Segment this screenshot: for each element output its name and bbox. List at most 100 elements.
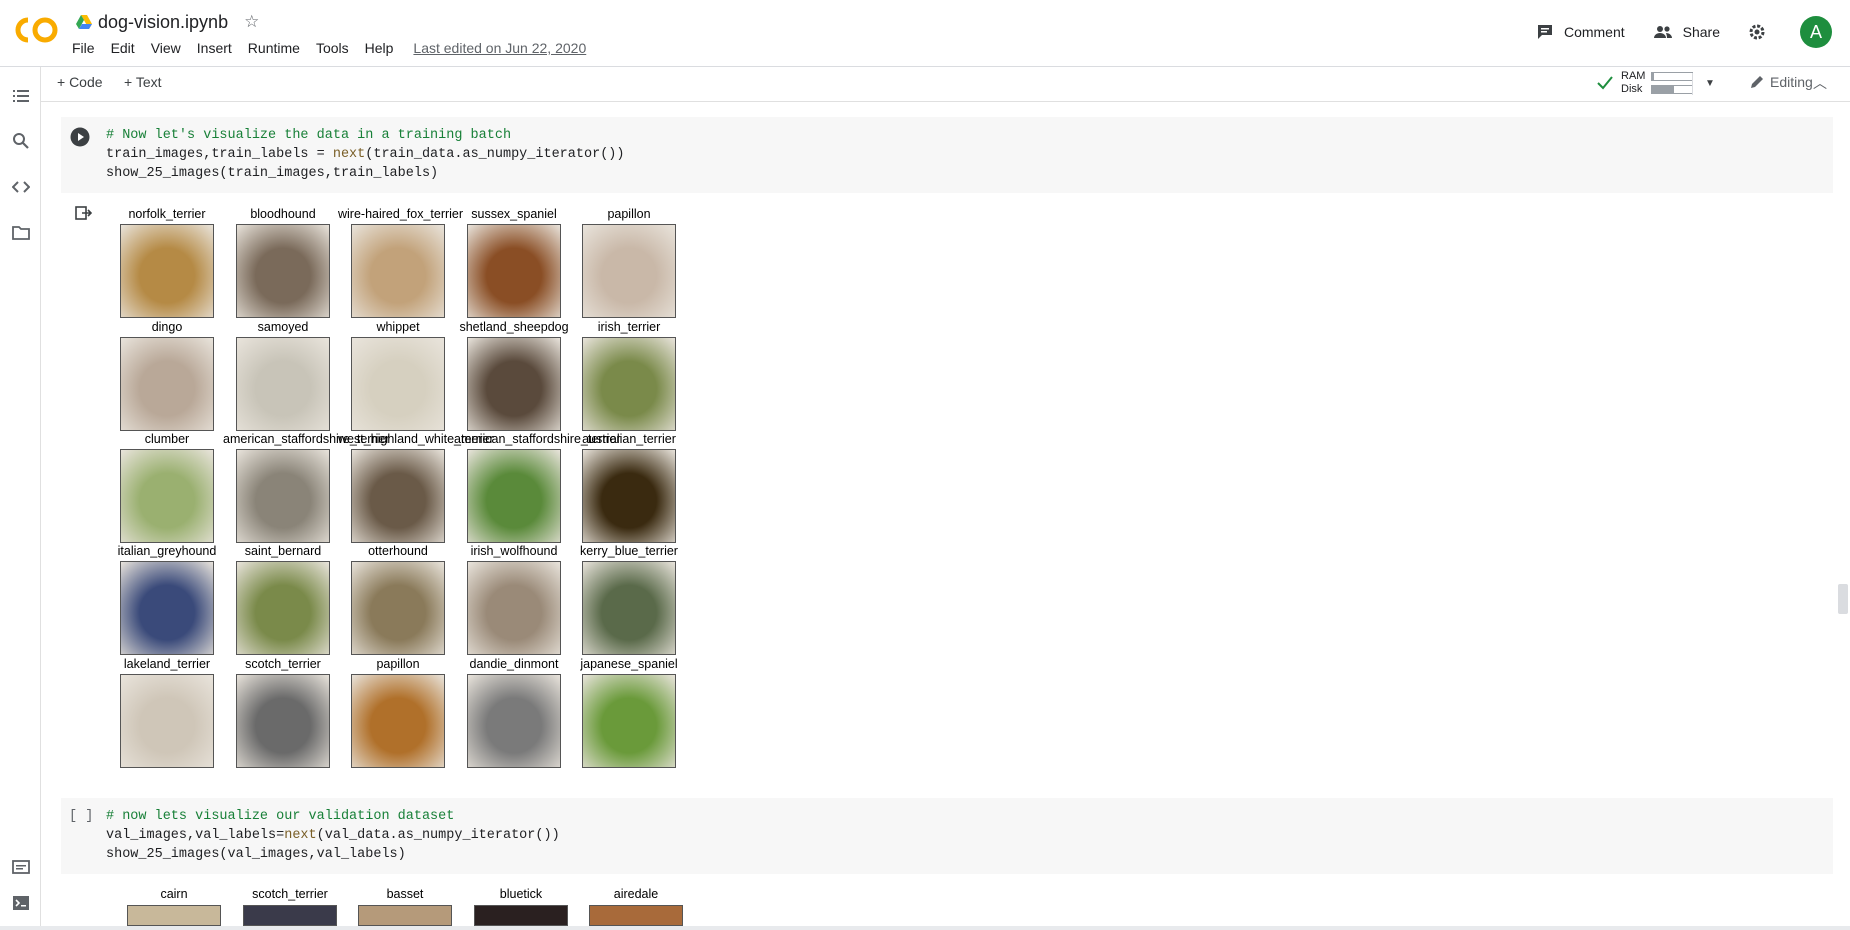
image-label: dingo bbox=[151, 320, 183, 334]
dog-image bbox=[474, 905, 568, 926]
check-icon bbox=[1597, 76, 1613, 90]
dog-image bbox=[582, 674, 676, 768]
image-label: irish_terrier bbox=[597, 320, 661, 334]
editing-mode-button[interactable]: Editing bbox=[1750, 74, 1813, 90]
dog-image bbox=[120, 337, 214, 431]
image-label: sussex_spaniel bbox=[471, 207, 557, 221]
search-icon[interactable] bbox=[12, 132, 30, 150]
dog-image bbox=[589, 905, 683, 926]
dog-image bbox=[467, 674, 561, 768]
dog-image bbox=[351, 674, 445, 768]
menu-tools[interactable]: Tools bbox=[316, 40, 349, 56]
menu-edit[interactable]: Edit bbox=[111, 40, 135, 56]
resource-indicator[interactable]: RAM Disk ▼ bbox=[1597, 70, 1715, 96]
folder-icon[interactable] bbox=[12, 224, 30, 242]
last-edited-link[interactable]: Last edited on Jun 22, 2020 bbox=[413, 40, 586, 56]
menu-insert[interactable]: Insert bbox=[197, 40, 232, 56]
dog-image bbox=[467, 224, 561, 318]
left-sidebar bbox=[0, 67, 41, 930]
dog-image bbox=[467, 337, 561, 431]
ram-label: RAM bbox=[1621, 70, 1646, 82]
cell-execution-bracket[interactable]: [ ] bbox=[69, 807, 93, 826]
image-label: samoyed bbox=[257, 320, 309, 334]
image-label: papillon bbox=[607, 207, 651, 221]
image-label: cairn bbox=[160, 887, 188, 901]
image-label: papillon bbox=[376, 657, 420, 671]
image-label: irish_wolfhound bbox=[470, 544, 558, 558]
add-text-button[interactable]: + Text bbox=[124, 74, 162, 90]
disk-bar bbox=[1651, 85, 1693, 94]
dog-image bbox=[236, 337, 330, 431]
code-line-3: show_25_images(val_images,val_labels) bbox=[106, 847, 406, 862]
dog-image bbox=[351, 449, 445, 543]
code-snippets-icon[interactable] bbox=[12, 178, 30, 196]
dog-image bbox=[358, 905, 452, 926]
image-label: bluetick bbox=[499, 887, 543, 901]
dog-image bbox=[236, 561, 330, 655]
add-code-button[interactable]: + Code bbox=[57, 74, 103, 90]
code-line-2: train_images,train_labels = next(train_d… bbox=[106, 147, 625, 162]
menu-bar: File Edit View Insert Runtime Tools Help… bbox=[72, 40, 586, 56]
image-label: saint_bernard bbox=[244, 544, 322, 558]
image-label: otterhound bbox=[368, 544, 428, 558]
image-label: whippet bbox=[376, 320, 420, 334]
gear-icon bbox=[1749, 24, 1765, 40]
dog-image bbox=[236, 449, 330, 543]
image-label: west_highland_white_terrier bbox=[338, 432, 494, 446]
ram-bar bbox=[1651, 72, 1693, 81]
code-cell-2[interactable]: [ ] # now lets visualize our validation … bbox=[61, 798, 1833, 874]
comment-button[interactable]: Comment bbox=[1536, 23, 1625, 41]
star-icon[interactable]: ☆ bbox=[244, 12, 259, 32]
image-label: bloodhound bbox=[250, 207, 316, 221]
dog-image bbox=[236, 224, 330, 318]
share-button[interactable]: Share bbox=[1653, 24, 1720, 40]
code-cell-1[interactable]: # Now let's visualize the data in a trai… bbox=[61, 117, 1833, 193]
table-of-contents-icon[interactable] bbox=[12, 87, 30, 105]
menu-file[interactable]: File bbox=[72, 40, 95, 56]
notebook-title[interactable]: dog-vision.ipynb bbox=[98, 12, 228, 33]
image-label: american_staffordshire_terrier bbox=[454, 432, 621, 446]
collapse-chevron-icon[interactable]: ︿ bbox=[1813, 73, 1827, 93]
image-label: dandie_dinmont bbox=[469, 657, 559, 671]
code-line-1: # now lets visualize our validation data… bbox=[106, 809, 455, 824]
notebook-toolbar: + Code + Text RAM Disk ▼ Editing ︿ bbox=[40, 67, 1850, 102]
dog-image bbox=[582, 224, 676, 318]
dog-image bbox=[467, 561, 561, 655]
menu-view[interactable]: View bbox=[151, 40, 181, 56]
image-label: norfolk_terrier bbox=[128, 207, 206, 221]
app-header: dog-vision.ipynb ☆ File Edit View Insert… bbox=[0, 0, 1850, 67]
settings-button[interactable] bbox=[1748, 23, 1776, 41]
image-label: american_staffordshire_terrier bbox=[223, 432, 390, 446]
image-label: shetland_sheepdog bbox=[459, 320, 569, 334]
dog-image bbox=[120, 674, 214, 768]
dog-image bbox=[582, 449, 676, 543]
scrollbar-thumb[interactable] bbox=[1838, 584, 1848, 614]
dog-image bbox=[351, 224, 445, 318]
colab-logo[interactable] bbox=[14, 16, 60, 44]
dog-image bbox=[582, 337, 676, 431]
comment-label: Comment bbox=[1563, 24, 1625, 40]
code-line-2: val_images,val_labels=next(val_data.as_n… bbox=[106, 828, 560, 843]
image-label: scotch_terrier bbox=[252, 887, 328, 901]
output-menu-icon[interactable] bbox=[74, 204, 92, 222]
bottom-border bbox=[0, 926, 1850, 930]
image-label: japanese_spaniel bbox=[580, 657, 678, 671]
image-label: basset bbox=[386, 887, 424, 901]
menu-help[interactable]: Help bbox=[365, 40, 394, 56]
dog-image bbox=[120, 449, 214, 543]
people-icon bbox=[1653, 26, 1672, 38]
dog-image bbox=[467, 449, 561, 543]
image-label: clumber bbox=[144, 432, 190, 446]
dog-image bbox=[236, 674, 330, 768]
command-palette-icon[interactable] bbox=[12, 858, 30, 876]
dog-image bbox=[127, 905, 221, 926]
comment-icon bbox=[1537, 25, 1552, 39]
avatar[interactable]: A bbox=[1800, 16, 1832, 48]
dropdown-arrow-icon[interactable]: ▼ bbox=[1705, 78, 1715, 89]
dog-image bbox=[351, 337, 445, 431]
menu-runtime[interactable]: Runtime bbox=[248, 40, 300, 56]
run-cell-button[interactable] bbox=[70, 127, 90, 147]
terminal-icon[interactable] bbox=[12, 894, 30, 912]
image-label: scotch_terrier bbox=[245, 657, 321, 671]
image-label: kerry_blue_terrier bbox=[580, 544, 678, 558]
